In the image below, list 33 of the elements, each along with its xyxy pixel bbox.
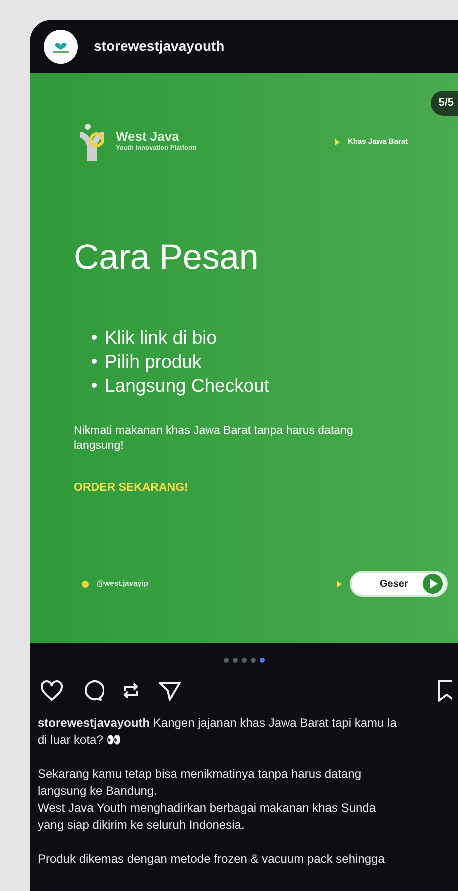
list-item: Langsung Checkout [105,374,270,398]
bullet-icon [92,359,97,364]
triangle-icon [337,580,342,588]
page-dot[interactable] [242,658,246,662]
caption-text: langsung ke Bandung. [38,783,158,800]
triangle-icon [334,138,340,146]
send-icon[interactable] [158,679,182,703]
caption-text: Produk dikemas dengan metode frozen & vacuum pack sehingga [38,851,386,868]
page-dot[interactable] [260,658,264,662]
caption-text: Sekarang kamu tetap bisa menikmatinya tanpa harus datang [38,766,363,783]
list-item: Klik link di bio [105,326,218,350]
brand-name: West Java [116,130,180,144]
username[interactable]: storewestjavayouth [94,36,225,57]
slide-counter: 5/5 [430,91,458,116]
heart-icon[interactable] [40,680,64,702]
list-item: Pilih produk [105,350,202,374]
bookmark-icon[interactable] [438,680,452,702]
username[interactable]: storewestjavayouth [38,716,150,730]
page-dot[interactable] [224,658,228,662]
caption-text: di luar kota? 👀 [38,732,123,749]
caption-text: yang siap dikirim ke seluruh Indonesia. [38,817,246,834]
slide-title: Cara Pesan [74,239,260,278]
bullet-icon [92,383,97,388]
order-text: ORDER SEKARANG! [74,480,190,496]
avatar-icon[interactable] [44,30,78,64]
page-dot[interactable] [232,658,238,662]
caption-text: West Java Youth menghadirkan berbagai makanan khas Sunda [38,800,378,817]
bullet-icon [92,335,97,340]
page-dot[interactable] [250,658,256,662]
caption-text: Kangen jajanan khas Jawa Barat tapi kamu la [153,716,397,730]
dot-icon [82,580,89,588]
swipe-button[interactable]: Geser [350,571,448,597]
slide-text: Nikmati makanan khas Jawa Barat tanpa harus datang langsung! [74,424,354,454]
